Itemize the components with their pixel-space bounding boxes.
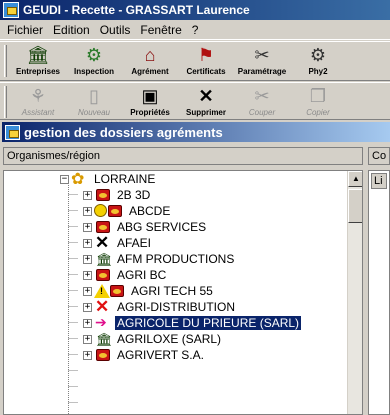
agrement-icon: ⌂ — [144, 45, 156, 65]
factory-icon — [96, 189, 110, 201]
right-list-header[interactable]: Li — [371, 173, 387, 189]
expand-toggle[interactable]: + — [83, 190, 92, 200]
right-panel-header: Co — [368, 147, 390, 165]
menu-edition[interactable]: Edition — [48, 23, 95, 37]
phy-icon: ⚙ — [309, 45, 327, 65]
expand-toggle[interactable]: + — [83, 318, 92, 328]
tree-node-label: AGRI-DISTRIBUTION — [117, 300, 236, 314]
new-document-icon: ▯ — [89, 86, 99, 106]
scroll-thumb[interactable] — [348, 189, 362, 223]
tree-node-label: AGRIVERT S.A. — [117, 348, 204, 362]
tree-node-label: AGRI TECH 55 — [131, 284, 213, 298]
black-x-icon: ✕ — [95, 233, 110, 252]
tree-node-label: AFAEI — [117, 236, 152, 250]
menu-help[interactable]: ? — [187, 23, 204, 37]
edit-toolbar: ⚘ Assistant ▯ Nouveau ▣ Propriétés ✕ Sup… — [0, 82, 390, 120]
factory-icon — [108, 205, 122, 217]
vertical-scrollbar[interactable]: ▲ — [347, 171, 362, 414]
agrement-button[interactable]: ⌂ Agrément — [122, 42, 178, 80]
bank-icon: 🏛 — [26, 45, 50, 65]
menu-bar: Fichier Edition Outils Fenêtre ? — [0, 20, 390, 40]
tree-node[interactable]: + ✕ AGRI-DISTRIBUTION — [83, 297, 237, 316]
warning-icon — [94, 284, 110, 298]
expand-toggle[interactable]: + — [83, 254, 92, 264]
tree-node-label: ABG SERVICES — [117, 220, 207, 234]
expand-toggle[interactable]: + — [83, 206, 92, 216]
copier-button[interactable]: ❐ Copier — [290, 83, 346, 119]
expand-toggle[interactable]: + — [83, 302, 92, 312]
organismes-panel-header: Organismes/région — [3, 147, 363, 165]
assistant-button[interactable]: ⚘ Assistant — [10, 83, 66, 119]
subwindow-title: gestion des dossiers agréments — [24, 124, 223, 140]
phy-button[interactable]: ⚙ Phy2 — [290, 42, 346, 80]
tree-node-label: LORRAINE — [94, 172, 156, 186]
properties-icon: ▣ — [141, 86, 159, 106]
toolbar-grip[interactable] — [4, 86, 7, 118]
main-toolbar: 🏛 Entreprises ⚙ Inspection ⌂ Agrément ⚑ … — [0, 41, 390, 81]
tree-node-label: AGRICOLE DU PRIEURE (SARL) — [113, 315, 303, 331]
right-list-pane[interactable]: Li — [368, 170, 390, 415]
menu-fichier[interactable]: Fichier — [2, 23, 48, 37]
scroll-up-button[interactable]: ▲ — [348, 171, 362, 187]
certificats-button[interactable]: ⚑ Certificats — [178, 42, 234, 80]
tree-node-label: AGRI BC — [117, 268, 167, 282]
geudi-app-icon[interactable] — [3, 2, 19, 18]
expand-toggle[interactable]: + — [83, 334, 92, 344]
menu-fenetre[interactable]: Fenêtre — [135, 23, 186, 37]
tree-node[interactable]: + 2B 3D — [83, 187, 152, 203]
bank-icon: 🏛 — [96, 252, 113, 267]
nouveau-button[interactable]: ▯ Nouveau — [66, 83, 122, 119]
parametrage-button[interactable]: ✂ Paramétrage — [234, 42, 290, 80]
collapse-toggle[interactable]: − — [60, 174, 69, 184]
bank-icon: 🏛 — [96, 332, 113, 347]
window-title-bar[interactable]: GEUDI - Recette - GRASSART Laurence — [0, 0, 390, 20]
tree-node[interactable]: + AGRIVERT S.A. — [83, 347, 206, 363]
tree-node-selected[interactable]: + ➔ AGRICOLE DU PRIEURE (SARL) — [83, 314, 303, 331]
toolbar-grip[interactable] — [4, 45, 7, 77]
factory-icon — [110, 285, 124, 297]
smiley-icon — [94, 204, 107, 217]
proprietes-button[interactable]: ▣ Propriétés — [122, 83, 178, 119]
tree-node-region[interactable]: − ✿ LORRAINE — [60, 171, 157, 188]
tree-node-label: AFM PRODUCTIONS — [117, 252, 235, 266]
factory-icon — [96, 221, 110, 233]
tree-node[interactable]: + 🏛 AGRILOXE (SARL) — [83, 331, 223, 347]
entreprises-button[interactable]: 🏛 Entreprises — [10, 42, 66, 80]
tree-node-label: ABCDE — [129, 204, 171, 218]
tree-node[interactable]: + ✕ AFAEI — [83, 233, 153, 252]
tree-node[interactable]: + 🏛 AFM PRODUCTIONS — [83, 251, 236, 267]
arrow-right-icon: ➔ — [95, 314, 107, 330]
copy-icon: ❐ — [309, 86, 327, 106]
organismes-tree[interactable]: − ✿ LORRAINE + 2B 3D + ABCDE + ABG SERVI… — [3, 170, 363, 415]
geudi-app-icon — [5, 124, 20, 140]
expand-toggle[interactable]: + — [83, 238, 92, 248]
factory-icon — [96, 349, 110, 361]
certificate-icon: ⚑ — [197, 45, 215, 65]
tree-node-label: 2B 3D — [117, 188, 151, 202]
delete-icon: ✕ — [198, 86, 214, 106]
expand-toggle[interactable]: + — [83, 270, 92, 280]
settings-icon: ✂ — [254, 45, 270, 65]
cut-icon: ✂ — [254, 86, 270, 106]
couper-button[interactable]: ✂ Couper — [234, 83, 290, 119]
expand-toggle[interactable]: + — [83, 350, 92, 360]
subwindow-title-bar[interactable]: gestion des dossiers agréments — [2, 122, 390, 142]
tree-node[interactable]: + AGRI BC — [83, 267, 168, 283]
tree-node[interactable]: + ABCDE — [83, 203, 172, 219]
inspection-button[interactable]: ⚙ Inspection — [66, 42, 122, 80]
tree-node-label: AGRILOXE (SARL) — [117, 332, 222, 346]
inspection-icon: ⚙ — [85, 45, 103, 65]
wizard-icon: ⚘ — [29, 86, 47, 106]
menu-outils[interactable]: Outils — [95, 23, 136, 37]
expand-toggle[interactable]: + — [83, 222, 92, 232]
expand-toggle[interactable]: + — [83, 286, 92, 296]
factory-icon — [96, 269, 110, 281]
window-title: GEUDI - Recette - GRASSART Laurence — [23, 3, 250, 17]
supprimer-button[interactable]: ✕ Supprimer — [178, 83, 234, 119]
